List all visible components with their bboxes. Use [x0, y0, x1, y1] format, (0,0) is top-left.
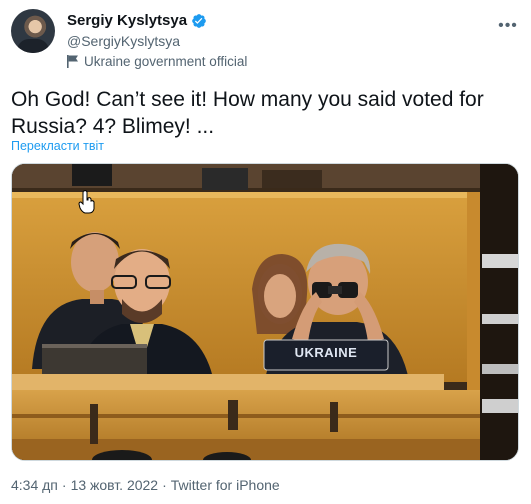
- hand-pointer-icon: [78, 190, 95, 214]
- photo-placard-text: UKRAINE: [294, 345, 358, 360]
- tweet-time[interactable]: 4:34 дп: [11, 477, 58, 493]
- more-options-button[interactable]: •••: [497, 15, 519, 37]
- more-horizontal-icon: •••: [498, 17, 518, 34]
- government-label-text: Ukraine government official: [84, 54, 248, 69]
- tweet-header: Sergiy Kyslytsya @SergiyKyslytsya Ukrain…: [11, 9, 521, 69]
- author-handle[interactable]: @SergiyKyslytsya: [67, 33, 180, 49]
- verified-badge-icon: [192, 13, 206, 28]
- meta-separator: ·: [162, 477, 167, 493]
- author-name-line[interactable]: Sergiy Kyslytsya: [67, 12, 207, 29]
- tweet-text: Oh God! Can’t see it! How many you said …: [11, 88, 484, 138]
- tweet-meta: 4:34 дп · 13 жовт. 2022 · Twitter for iP…: [11, 477, 280, 493]
- author-name[interactable]: Sergiy Kyslytsya: [67, 12, 187, 29]
- translate-tweet-link[interactable]: Перекласти твіт: [11, 139, 104, 153]
- government-label[interactable]: Ukraine government official: [67, 54, 247, 69]
- tweet-source[interactable]: Twitter for iPhone: [171, 477, 280, 493]
- tweet-date[interactable]: 13 жовт. 2022: [71, 477, 159, 493]
- avatar[interactable]: [11, 9, 55, 53]
- meta-separator: ·: [61, 477, 67, 493]
- flag-icon: [67, 55, 78, 68]
